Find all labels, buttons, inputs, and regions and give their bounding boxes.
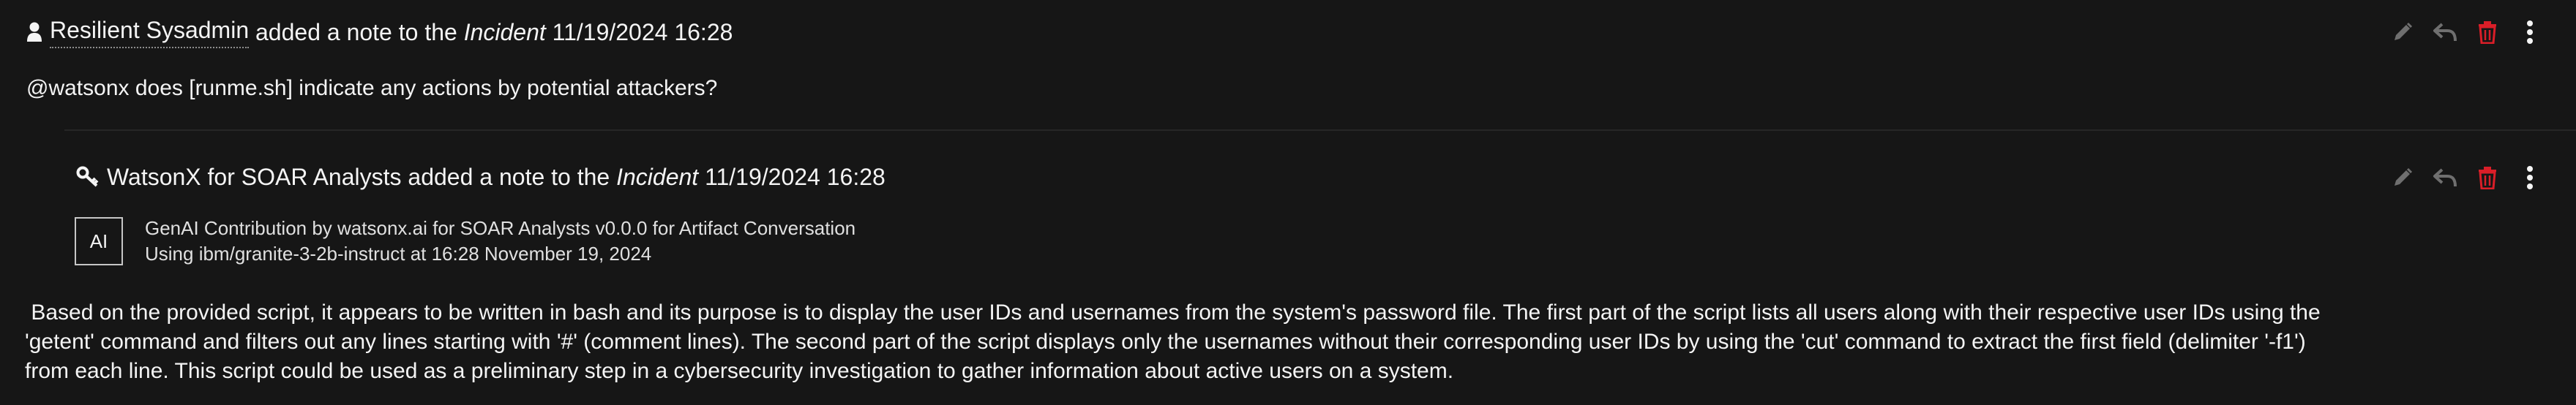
note-verb: added a note to the	[255, 18, 457, 45]
reply-button[interactable]	[2424, 156, 2466, 199]
edit-button[interactable]	[2381, 11, 2424, 53]
divider	[64, 129, 2576, 131]
note-object: Incident	[616, 163, 699, 190]
key-icon	[76, 166, 100, 188]
note-object: Incident	[463, 18, 546, 45]
genai-contribution-line-1: GenAI Contribution by watsonx.ai for SOA…	[145, 217, 856, 239]
user-icon	[26, 22, 42, 42]
note-text-line-2: 'getent' command and filters out any lin…	[25, 330, 2306, 354]
edit-icon	[2392, 21, 2414, 43]
reply-button[interactable]	[2424, 11, 2466, 53]
note-header: Resilient Sysadmin added a note to the I…	[26, 16, 733, 48]
note-header: WatsonX for SOAR Analysts added a note t…	[76, 161, 886, 193]
ai-badge: AI	[75, 217, 123, 265]
note-text-line-1: Based on the provided script, it appears…	[25, 300, 2321, 325]
note-author[interactable]: Resilient Sysadmin	[50, 17, 250, 48]
delete-button[interactable]	[2466, 11, 2509, 53]
overflow-menu-icon	[2526, 165, 2534, 190]
overflow-menu-icon	[2526, 20, 2534, 45]
edit-button[interactable]	[2381, 156, 2424, 199]
genai-model-line: Using ibm/granite-3-2b-instruct at 16:28…	[145, 243, 652, 265]
note-author[interactable]: WatsonX for SOAR Analysts	[107, 164, 402, 191]
delete-button[interactable]	[2466, 156, 2509, 199]
reply-icon	[2433, 21, 2457, 43]
note-text: @watsonx does [runme.sh] indicate any ac…	[26, 76, 718, 100]
overflow-menu-button[interactable]	[2509, 11, 2551, 53]
delete-icon	[2477, 166, 2498, 189]
note-actions	[2381, 11, 2551, 53]
note-timestamp: 11/19/2024 16:28	[552, 18, 733, 45]
edit-icon	[2392, 167, 2414, 189]
overflow-menu-button[interactable]	[2509, 156, 2551, 199]
note-timestamp: 11/19/2024 16:28	[705, 163, 886, 190]
note-verb: added a note to the	[408, 163, 610, 190]
reply-icon	[2433, 167, 2457, 189]
note-actions	[2381, 156, 2551, 199]
delete-icon	[2477, 20, 2498, 44]
note-text-line-3: from each line. This script could be use…	[25, 359, 1454, 383]
